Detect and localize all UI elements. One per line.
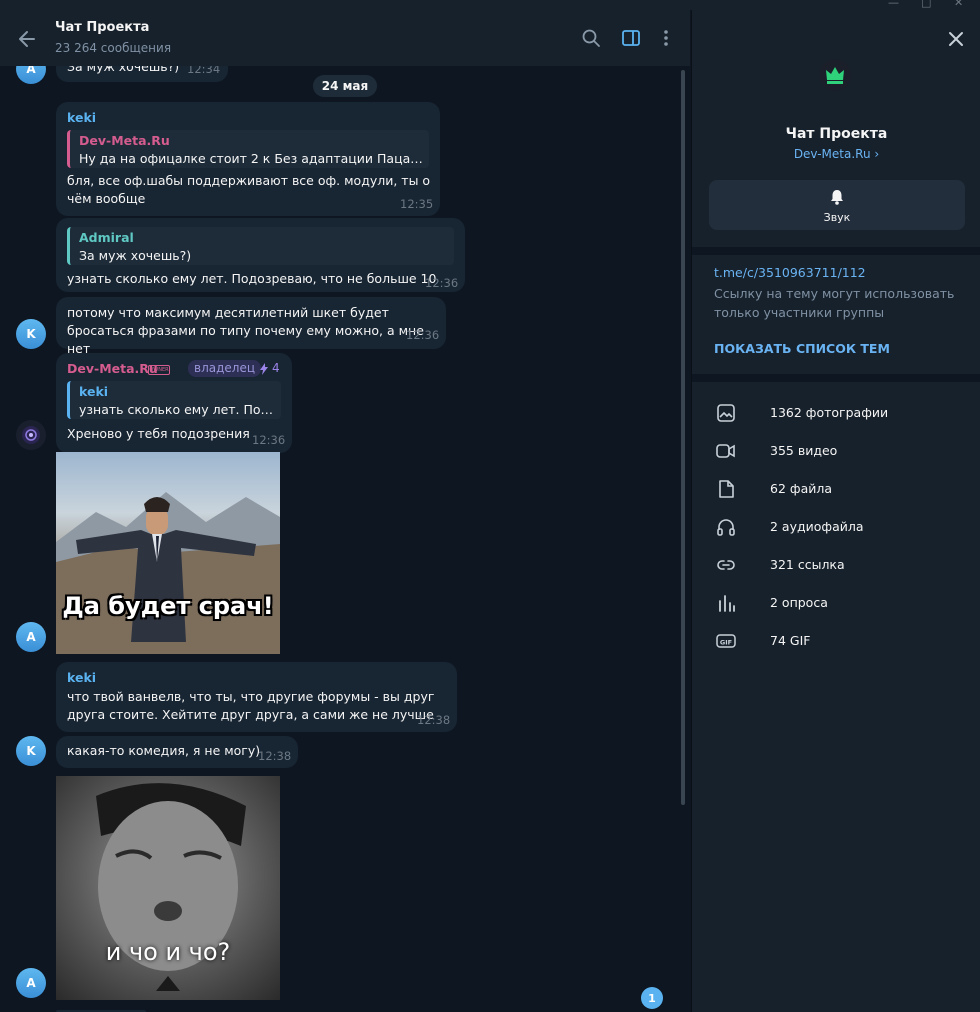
- crown-icon: [826, 67, 844, 84]
- topic-link-description: Ссылку на тему могут использовать только…: [714, 286, 955, 320]
- media-row[interactable]: 62 файла: [692, 470, 980, 508]
- message-time: 12:38: [417, 713, 451, 727]
- avatar[interactable]: K: [16, 736, 46, 766]
- bell-icon: [831, 190, 843, 205]
- media-label: 321 ссылка: [770, 557, 845, 572]
- info-panel: Чат Проекта Dev-Meta.Ru › Звук t.me/c/35…: [691, 10, 980, 1012]
- man-in-suit-picture: [56, 492, 280, 654]
- unread-badge[interactable]: 1: [641, 987, 663, 1009]
- role-badge: владелец: [188, 360, 261, 377]
- avatar[interactable]: A: [16, 622, 46, 652]
- avatar[interactable]: [16, 420, 46, 450]
- message-text: что твой ванвелв, что ты, что другие фор…: [67, 689, 435, 722]
- avatar[interactable]: K: [16, 319, 46, 349]
- meme-image[interactable]: Да будет срач!: [56, 452, 280, 654]
- media-row[interactable]: GIF 74 GIF: [692, 622, 980, 660]
- sound-label: Звук: [823, 211, 851, 224]
- media-label: 355 видео: [770, 443, 838, 458]
- photo-icon: [717, 404, 735, 422]
- message-time: 12:35: [400, 197, 434, 211]
- message-time: 12:36: [406, 328, 440, 342]
- chat-area: Чат Проекта 23 264 сообщения A За муж хо…: [0, 10, 690, 1012]
- media-row[interactable]: 321 ссылка: [692, 546, 980, 584]
- media-row[interactable]: 2 опроса: [692, 584, 980, 622]
- message-text: какая-то комедия, я не могу): [67, 743, 261, 758]
- message-bubble[interactable]: потому что максимум десятилетний шкет бу…: [56, 297, 446, 356]
- face-picture: [96, 783, 246, 991]
- sender-name[interactable]: keki: [67, 670, 96, 685]
- message-list[interactable]: A За муж хочешь?) 12:34 24 мая keki Dev-…: [0, 52, 690, 1012]
- reply-sender: Admiral: [79, 230, 134, 245]
- reply-text: Ну да на офицалке стоит 2 к Без адаптаци…: [79, 151, 425, 166]
- message-bubble[interactable]: Dev-Meta.Ru OWNER владелец 4 keki узнать…: [56, 353, 292, 453]
- message-time: 12:36: [252, 433, 286, 447]
- reply-sender: keki: [79, 384, 109, 399]
- message-text: потому что максимум десятилетний шкет бу…: [67, 305, 424, 356]
- group-title: Чат Проекта: [785, 126, 888, 142]
- reply-sender: Dev-Meta.Ru: [79, 133, 170, 148]
- media-label: 1362 фотографии: [770, 405, 889, 420]
- sender-name[interactable]: Dev-Meta.Ru: [67, 361, 158, 376]
- gif-icon: GIF: [716, 634, 736, 648]
- headphones-icon: [717, 519, 735, 536]
- chat-title[interactable]: Чат Проекта: [55, 20, 149, 35]
- chat-header: Чат Проекта 23 264 сообщения: [0, 10, 690, 66]
- poll-icon: [719, 595, 735, 612]
- message-bubble[interactable]: keki что твой ванвелв, что ты, что други…: [56, 662, 457, 732]
- link-icon: [717, 560, 735, 570]
- sound-button[interactable]: Звук: [709, 180, 965, 230]
- media-label: 74 GIF: [770, 633, 811, 648]
- image-caption: Да будет срач!: [62, 592, 274, 620]
- media-label: 2 аудиофайла: [770, 519, 864, 534]
- svg-text:GIF: GIF: [720, 639, 732, 647]
- date-separator: 24 мая: [313, 75, 377, 97]
- video-icon: [716, 444, 735, 458]
- message-text: бля, все оф.шабы поддерживают все оф. мо…: [67, 173, 431, 206]
- meme-image[interactable]: и чо и чо?: [56, 776, 280, 1000]
- sender-name[interactable]: keki: [67, 110, 96, 125]
- more-menu-icon[interactable]: [655, 27, 677, 49]
- window-close-icon[interactable]: ✕: [954, 0, 963, 9]
- parent-group-link[interactable]: Dev-Meta.Ru ›: [692, 147, 980, 161]
- message-bubble[interactable]: keki Dev-Meta.Ru Ну да на офицалке стоит…: [56, 102, 440, 216]
- topic-link[interactable]: t.me/c/3510963711/112: [714, 265, 866, 280]
- sidebar-toggle-icon[interactable]: [620, 27, 642, 49]
- file-icon: [719, 480, 734, 498]
- media-label: 62 файла: [770, 481, 832, 496]
- maximize-icon[interactable]: □: [921, 0, 931, 9]
- message-text: узнать сколько ему лет. Подозреваю, что …: [67, 271, 437, 286]
- reply-text: узнать сколько ему лет. Подо...: [79, 402, 277, 417]
- boost-count: 4: [272, 361, 280, 375]
- message-count: 23 264 сообщения: [55, 41, 172, 55]
- owner-emoji-badge: OWNER: [148, 365, 170, 375]
- divider: [692, 247, 980, 255]
- scrollbar[interactable]: [681, 70, 685, 805]
- minimize-icon[interactable]: —: [888, 0, 899, 9]
- media-row[interactable]: 1362 фотографии: [692, 394, 980, 432]
- reply-preview[interactable]: Dev-Meta.Ru Ну да на офицалке стоит 2 к …: [67, 130, 429, 168]
- window-titlebar: — □ ✕: [0, 0, 980, 10]
- search-icon[interactable]: [580, 27, 602, 49]
- message-text: Хреново у тебя подозрения: [67, 426, 250, 441]
- boost-icon: [260, 363, 268, 375]
- message-bubble[interactable]: Admiral За муж хочешь?) узнать сколько е…: [56, 218, 465, 292]
- dev-meta-logo-icon: [22, 426, 40, 444]
- image-caption: и чо и чо?: [105, 938, 231, 966]
- media-row[interactable]: 355 видео: [692, 432, 980, 470]
- close-icon[interactable]: [945, 28, 967, 50]
- media-row[interactable]: 2 аудиофайла: [692, 508, 980, 546]
- reply-preview[interactable]: Admiral За муж хочешь?): [67, 227, 454, 265]
- show-topics-button[interactable]: ПОКАЗАТЬ СПИСОК ТЕМ: [714, 341, 890, 356]
- back-arrow-icon[interactable]: [16, 28, 38, 50]
- group-avatar[interactable]: [819, 59, 851, 91]
- message-time: 12:36: [425, 276, 459, 290]
- reply-text: За муж хочешь?): [79, 248, 192, 263]
- message-time: 12:38: [258, 749, 292, 763]
- media-label: 2 опроса: [770, 595, 828, 610]
- reply-preview[interactable]: keki узнать сколько ему лет. Подо...: [67, 381, 281, 419]
- divider: [692, 374, 980, 382]
- avatar[interactable]: A: [16, 968, 46, 998]
- message-bubble[interactable]: какая-то комедия, я не могу) 12:38: [56, 736, 298, 768]
